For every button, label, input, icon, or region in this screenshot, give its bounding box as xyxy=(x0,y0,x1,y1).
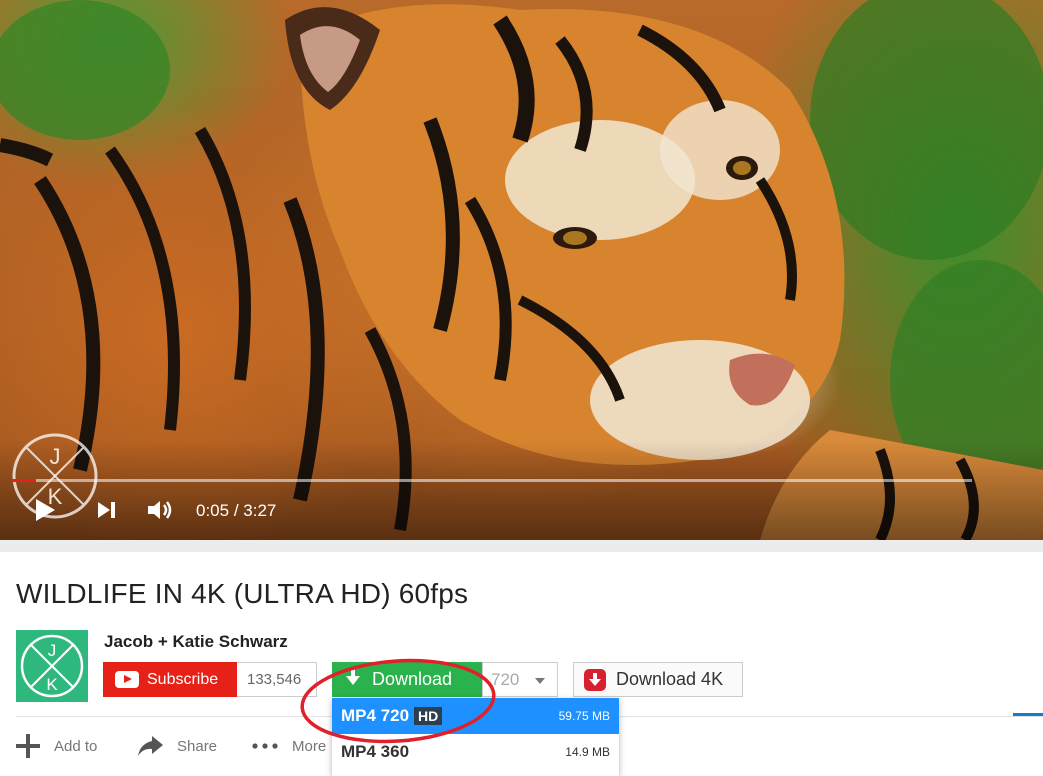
progress-bar[interactable] xyxy=(12,479,972,482)
download-4k-icon xyxy=(584,668,606,691)
video-frame-tiger xyxy=(0,0,1043,540)
watermark-letter-top: J xyxy=(50,444,61,469)
add-to-label: Add to xyxy=(54,737,98,755)
video-title: WILDLIFE IN 4K (ULTRA HD) 60fps xyxy=(16,578,469,609)
share-label: Share xyxy=(177,737,218,755)
share-button[interactable]: Share xyxy=(137,733,217,759)
next-icon[interactable] xyxy=(96,498,118,527)
subscribe-button[interactable]: Subscribe xyxy=(103,662,237,697)
time-total: 3:27 xyxy=(243,501,277,520)
chevron-down-icon xyxy=(535,678,545,684)
player-bottom-border xyxy=(0,540,1043,552)
download-4k-button[interactable]: Download 4K xyxy=(573,662,743,697)
progress-bar-fill xyxy=(12,479,36,482)
video-player[interactable]: J K 0:05 / 3:27 xyxy=(0,0,1043,540)
avatar-logo-icon: J K xyxy=(20,634,84,698)
time-separator: / xyxy=(229,501,244,520)
more-dots-icon xyxy=(252,743,278,749)
avatar-letter-bottom: K xyxy=(46,675,58,694)
plus-icon xyxy=(16,734,40,758)
youtube-play-icon xyxy=(115,671,139,688)
play-icon[interactable] xyxy=(34,498,56,527)
download-4k-label: Download 4K xyxy=(616,669,724,689)
file-size: 59.75 MB xyxy=(558,709,610,723)
avatar-letter-top: J xyxy=(48,641,57,660)
share-arrow-icon xyxy=(137,735,163,757)
channel-avatar[interactable]: J K xyxy=(16,630,88,702)
time-current: 0:05 xyxy=(196,501,230,520)
time-display: 0:05 / 3:27 xyxy=(196,501,276,521)
page: J K 0:05 / 3:27 WILDLIFE IN 4K (ULTRA HD… xyxy=(0,0,1043,776)
annotation-highlight-oval xyxy=(300,658,496,744)
volume-icon[interactable] xyxy=(146,498,174,527)
tab-indicator xyxy=(1013,713,1043,716)
subscribe-label: Subscribe xyxy=(147,670,219,688)
file-size: 14.9 MB xyxy=(565,745,610,759)
add-to-button[interactable]: Add to xyxy=(16,733,97,759)
channel-name[interactable]: Jacob + Katie Schwarz xyxy=(104,632,288,652)
player-controls: 0:05 / 3:27 xyxy=(0,490,1043,530)
